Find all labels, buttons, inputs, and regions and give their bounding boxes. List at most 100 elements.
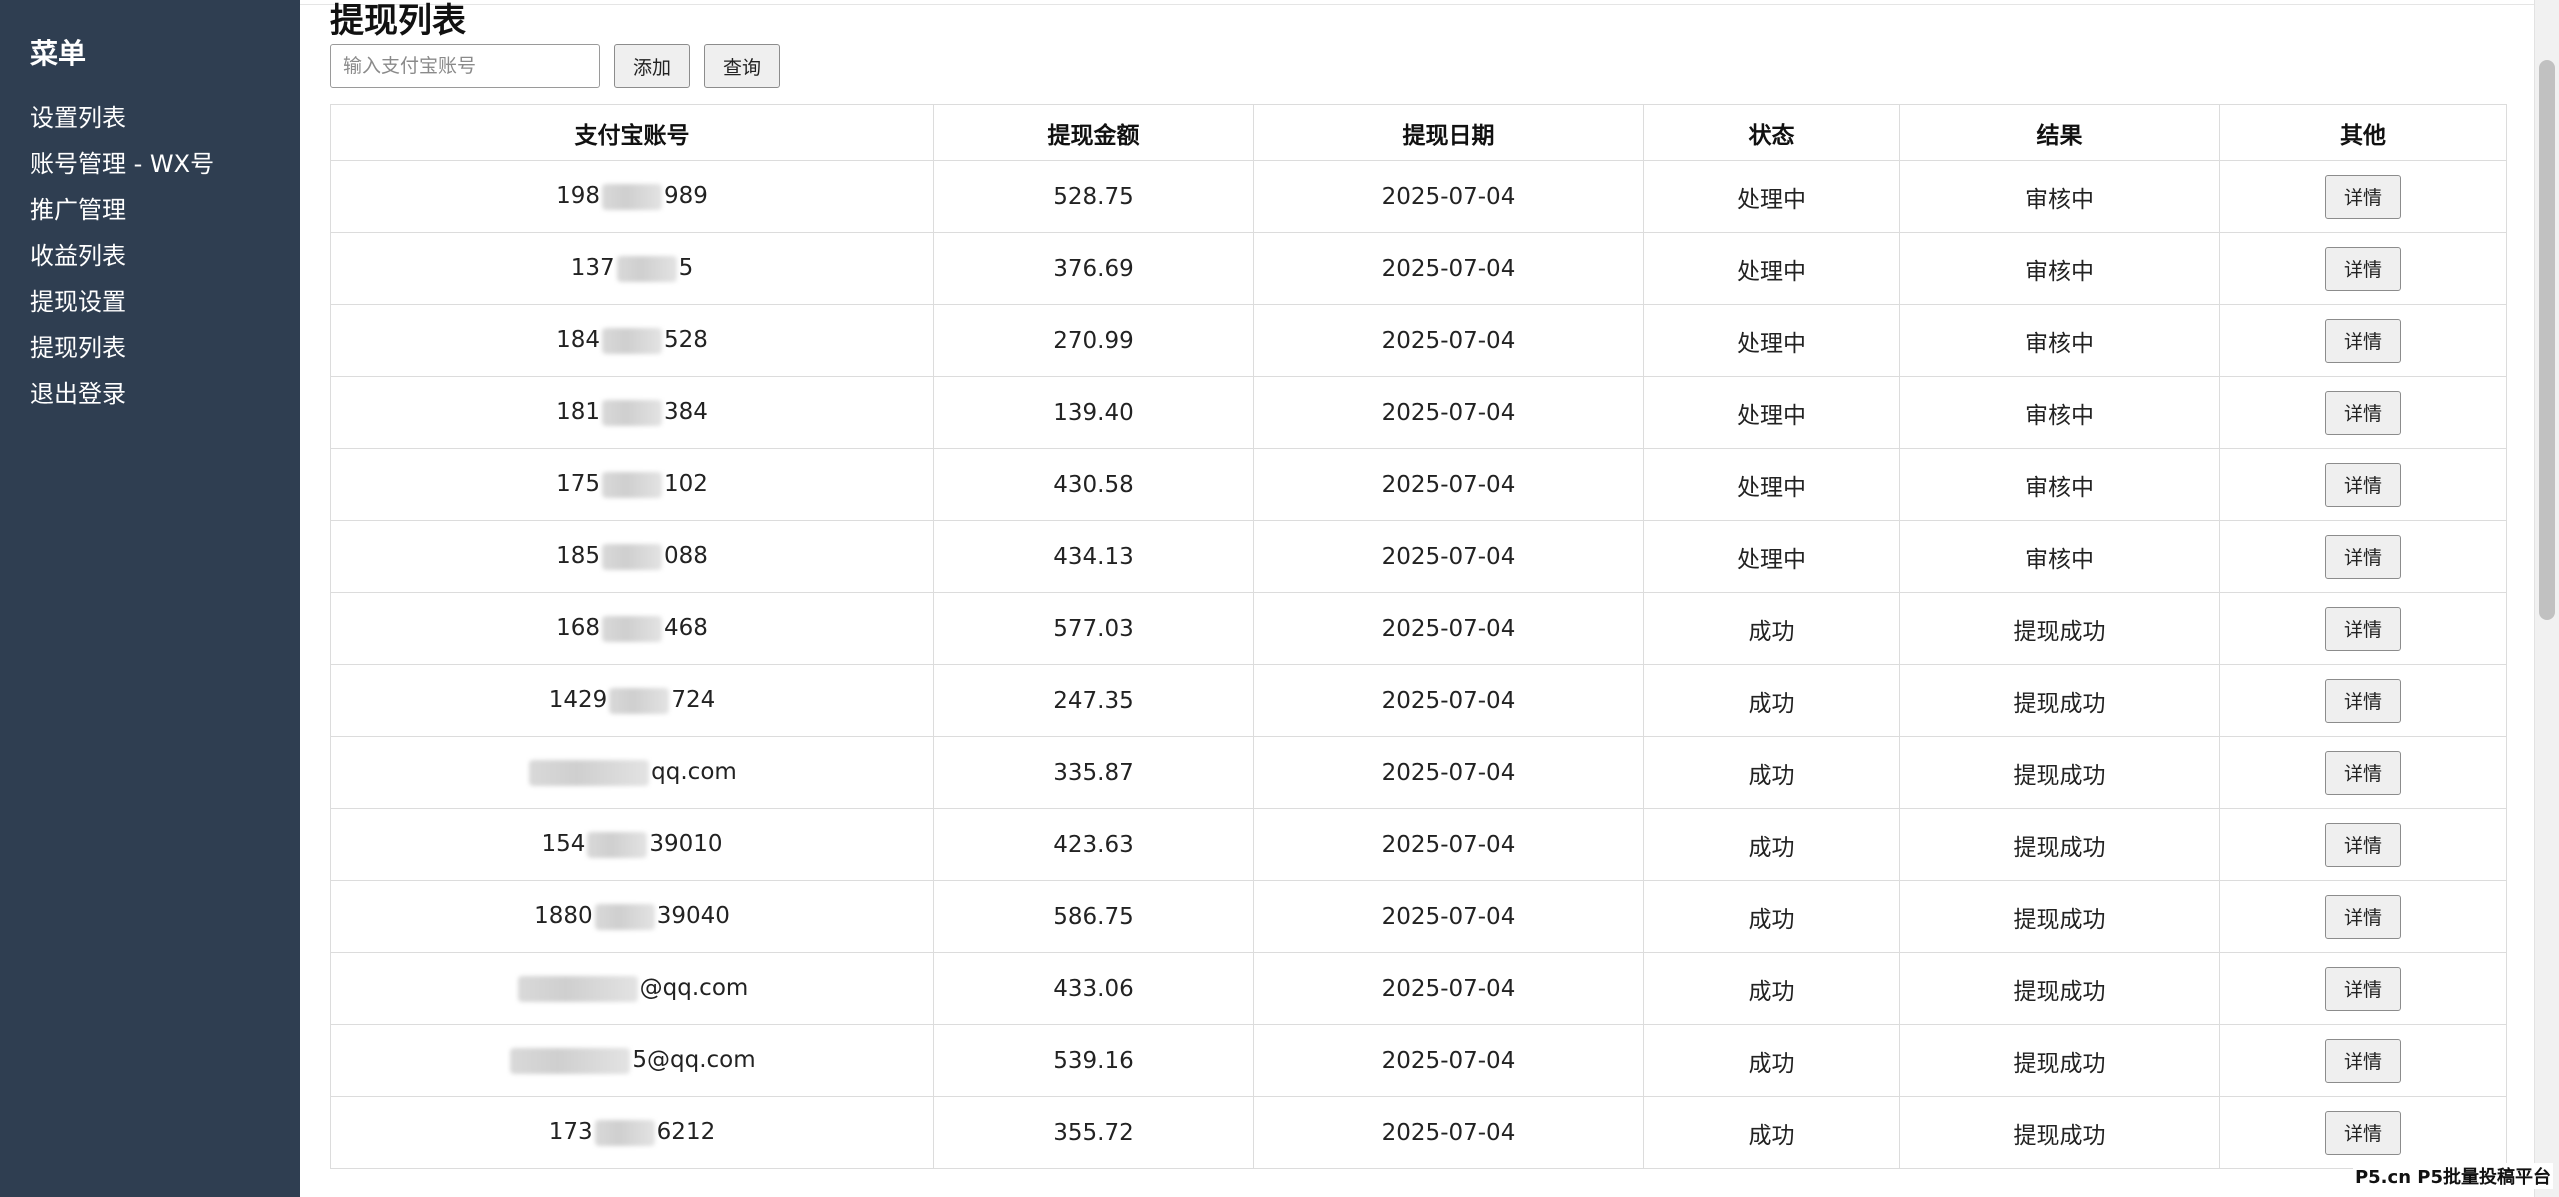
cell-status: 成功 [1643, 592, 1900, 665]
table-row: 1880 39040 586.75 2025-07-04 成功 提现成功 详情 [330, 880, 2507, 953]
sidebar-item-account-management[interactable]: 账号管理 - WX号 [30, 144, 214, 190]
detail-button[interactable]: 详情 [2325, 678, 2401, 723]
account-visible-suffix: 39040 [656, 903, 730, 930]
table-row: @qq.com 433.06 2025-07-04 成功 提现成功 详情 [330, 952, 2507, 1025]
table-row: 185 088 434.13 2025-07-04 处理中 审核中 详情 [330, 520, 2507, 593]
detail-button[interactable]: 详情 [2325, 246, 2401, 291]
cell-status: 成功 [1643, 952, 1900, 1025]
cell-alipay-account: 137 5 [330, 232, 934, 305]
cell-result: 提现成功 [1899, 736, 2220, 809]
account-redaction-blur [602, 327, 662, 354]
cell-date: 2025-07-04 [1253, 304, 1644, 377]
table-row: 198 989 528.75 2025-07-04 处理中 审核中 详情 [330, 160, 2507, 233]
cell-result: 提现成功 [1899, 808, 2220, 881]
cell-date: 2025-07-04 [1253, 160, 1644, 233]
account-visible-suffix: 102 [664, 471, 708, 498]
cell-other: 详情 [2219, 808, 2507, 881]
account-visible-prefix: 168 [556, 615, 600, 642]
table-body: 198 989 528.75 2025-07-04 处理中 审核中 详情 137 5 376.69… [330, 160, 2507, 1169]
cell-other: 详情 [2219, 448, 2507, 521]
account-visible-suffix: 724 [671, 687, 716, 714]
detail-button[interactable]: 详情 [2325, 1038, 2401, 1083]
table-row: 5@qq.com 539.16 2025-07-04 成功 提现成功 详情 [330, 1024, 2507, 1097]
detail-button[interactable]: 详情 [2325, 318, 2401, 363]
account-redaction-blur [517, 975, 638, 1002]
account-visible-prefix: 181 [556, 399, 600, 426]
table-row: 184 528 270.99 2025-07-04 处理中 审核中 详情 [330, 304, 2507, 377]
account-redaction-blur [587, 831, 648, 858]
alipay-account-search-input[interactable] [330, 44, 600, 88]
cell-status: 处理中 [1643, 232, 1900, 305]
cell-alipay-account: 1429 724 [330, 664, 934, 737]
column-header-date: 提现日期 [1253, 104, 1644, 161]
cell-other: 详情 [2219, 160, 2507, 233]
detail-button[interactable]: 详情 [2325, 1110, 2401, 1155]
cell-other: 详情 [2219, 304, 2507, 377]
cell-status: 处理中 [1643, 448, 1900, 521]
top-divider [300, 0, 2535, 5]
sidebar-item-logout[interactable]: 退出登录 [30, 374, 214, 420]
cell-date: 2025-07-04 [1253, 808, 1644, 881]
detail-button[interactable]: 详情 [2325, 390, 2401, 435]
sidebar-item-settings-list[interactable]: 设置列表 [30, 98, 214, 144]
cell-alipay-account: 154 39010 [330, 808, 934, 881]
account-visible-prefix: 198 [556, 183, 600, 210]
detail-button[interactable]: 详情 [2325, 174, 2401, 219]
scrollbar-thumb[interactable] [2539, 60, 2555, 620]
cell-other: 详情 [2219, 592, 2507, 665]
table-row: 173 6212 355.72 2025-07-04 成功 提现成功 详情 [330, 1096, 2507, 1169]
cell-date: 2025-07-04 [1253, 448, 1644, 521]
cell-date: 2025-07-04 [1253, 592, 1644, 665]
cell-alipay-account: 175 102 [330, 448, 934, 521]
detail-button[interactable]: 详情 [2325, 606, 2401, 651]
detail-button[interactable]: 详情 [2325, 534, 2401, 579]
cell-status: 处理中 [1643, 520, 1900, 593]
account-visible-suffix: @qq.com [639, 975, 749, 1002]
cell-date: 2025-07-04 [1253, 1024, 1644, 1097]
page-title: 提现列表 [330, 1, 466, 41]
cell-result: 审核中 [1899, 448, 2220, 521]
vertical-scrollbar[interactable] [2534, 0, 2559, 1197]
cell-amount: 270.99 [933, 304, 1254, 377]
cell-result: 审核中 [1899, 304, 2220, 377]
add-button[interactable]: 添加 [614, 44, 690, 88]
table-row: qq.com 335.87 2025-07-04 成功 提现成功 详情 [330, 736, 2507, 809]
app-window: 菜单 设置列表 账号管理 - WX号 推广管理 收益列表 提现设置 提现列表 退… [0, 0, 2559, 1197]
account-redaction-blur [594, 1119, 655, 1146]
sidebar-item-withdrawal-list[interactable]: 提现列表 [30, 328, 214, 374]
cell-date: 2025-07-04 [1253, 376, 1644, 449]
cell-other: 详情 [2219, 1024, 2507, 1097]
cell-date: 2025-07-04 [1253, 232, 1644, 305]
account-visible-suffix: 088 [664, 543, 708, 570]
cell-amount: 335.87 [933, 736, 1254, 809]
cell-result: 审核中 [1899, 520, 2220, 593]
cell-other: 详情 [2219, 520, 2507, 593]
account-visible-prefix: 154 [541, 831, 586, 858]
detail-button[interactable]: 详情 [2325, 894, 2401, 939]
account-redaction-blur [609, 687, 670, 714]
cell-status: 成功 [1643, 664, 1900, 737]
sidebar-item-earnings-list[interactable]: 收益列表 [30, 236, 214, 282]
account-visible-prefix: 1880 [534, 903, 593, 930]
cell-result: 提现成功 [1899, 1096, 2220, 1169]
table-row: 175 102 430.58 2025-07-04 处理中 审核中 详情 [330, 448, 2507, 521]
sidebar-item-withdrawal-settings[interactable]: 提现设置 [30, 282, 214, 328]
sidebar-item-promotion-management[interactable]: 推广管理 [30, 190, 214, 236]
cell-status: 处理中 [1643, 160, 1900, 233]
account-visible-prefix: 175 [556, 471, 600, 498]
cell-alipay-account: 173 6212 [330, 1096, 934, 1169]
detail-button[interactable]: 详情 [2325, 462, 2401, 507]
detail-button[interactable]: 详情 [2325, 966, 2401, 1011]
cell-status: 处理中 [1643, 376, 1900, 449]
detail-button[interactable]: 详情 [2325, 822, 2401, 867]
query-button[interactable]: 查询 [704, 44, 780, 88]
cell-date: 2025-07-04 [1253, 1096, 1644, 1169]
account-redaction-blur [602, 399, 662, 426]
cell-date: 2025-07-04 [1253, 880, 1644, 953]
cell-amount: 528.75 [933, 160, 1254, 233]
table-header: 支付宝账号 提现金额 提现日期 状态 结果 其他 [330, 104, 2507, 161]
cell-status: 成功 [1643, 808, 1900, 881]
account-visible-prefix: 184 [556, 327, 600, 354]
cell-alipay-account: 181 384 [330, 376, 934, 449]
detail-button[interactable]: 详情 [2325, 750, 2401, 795]
